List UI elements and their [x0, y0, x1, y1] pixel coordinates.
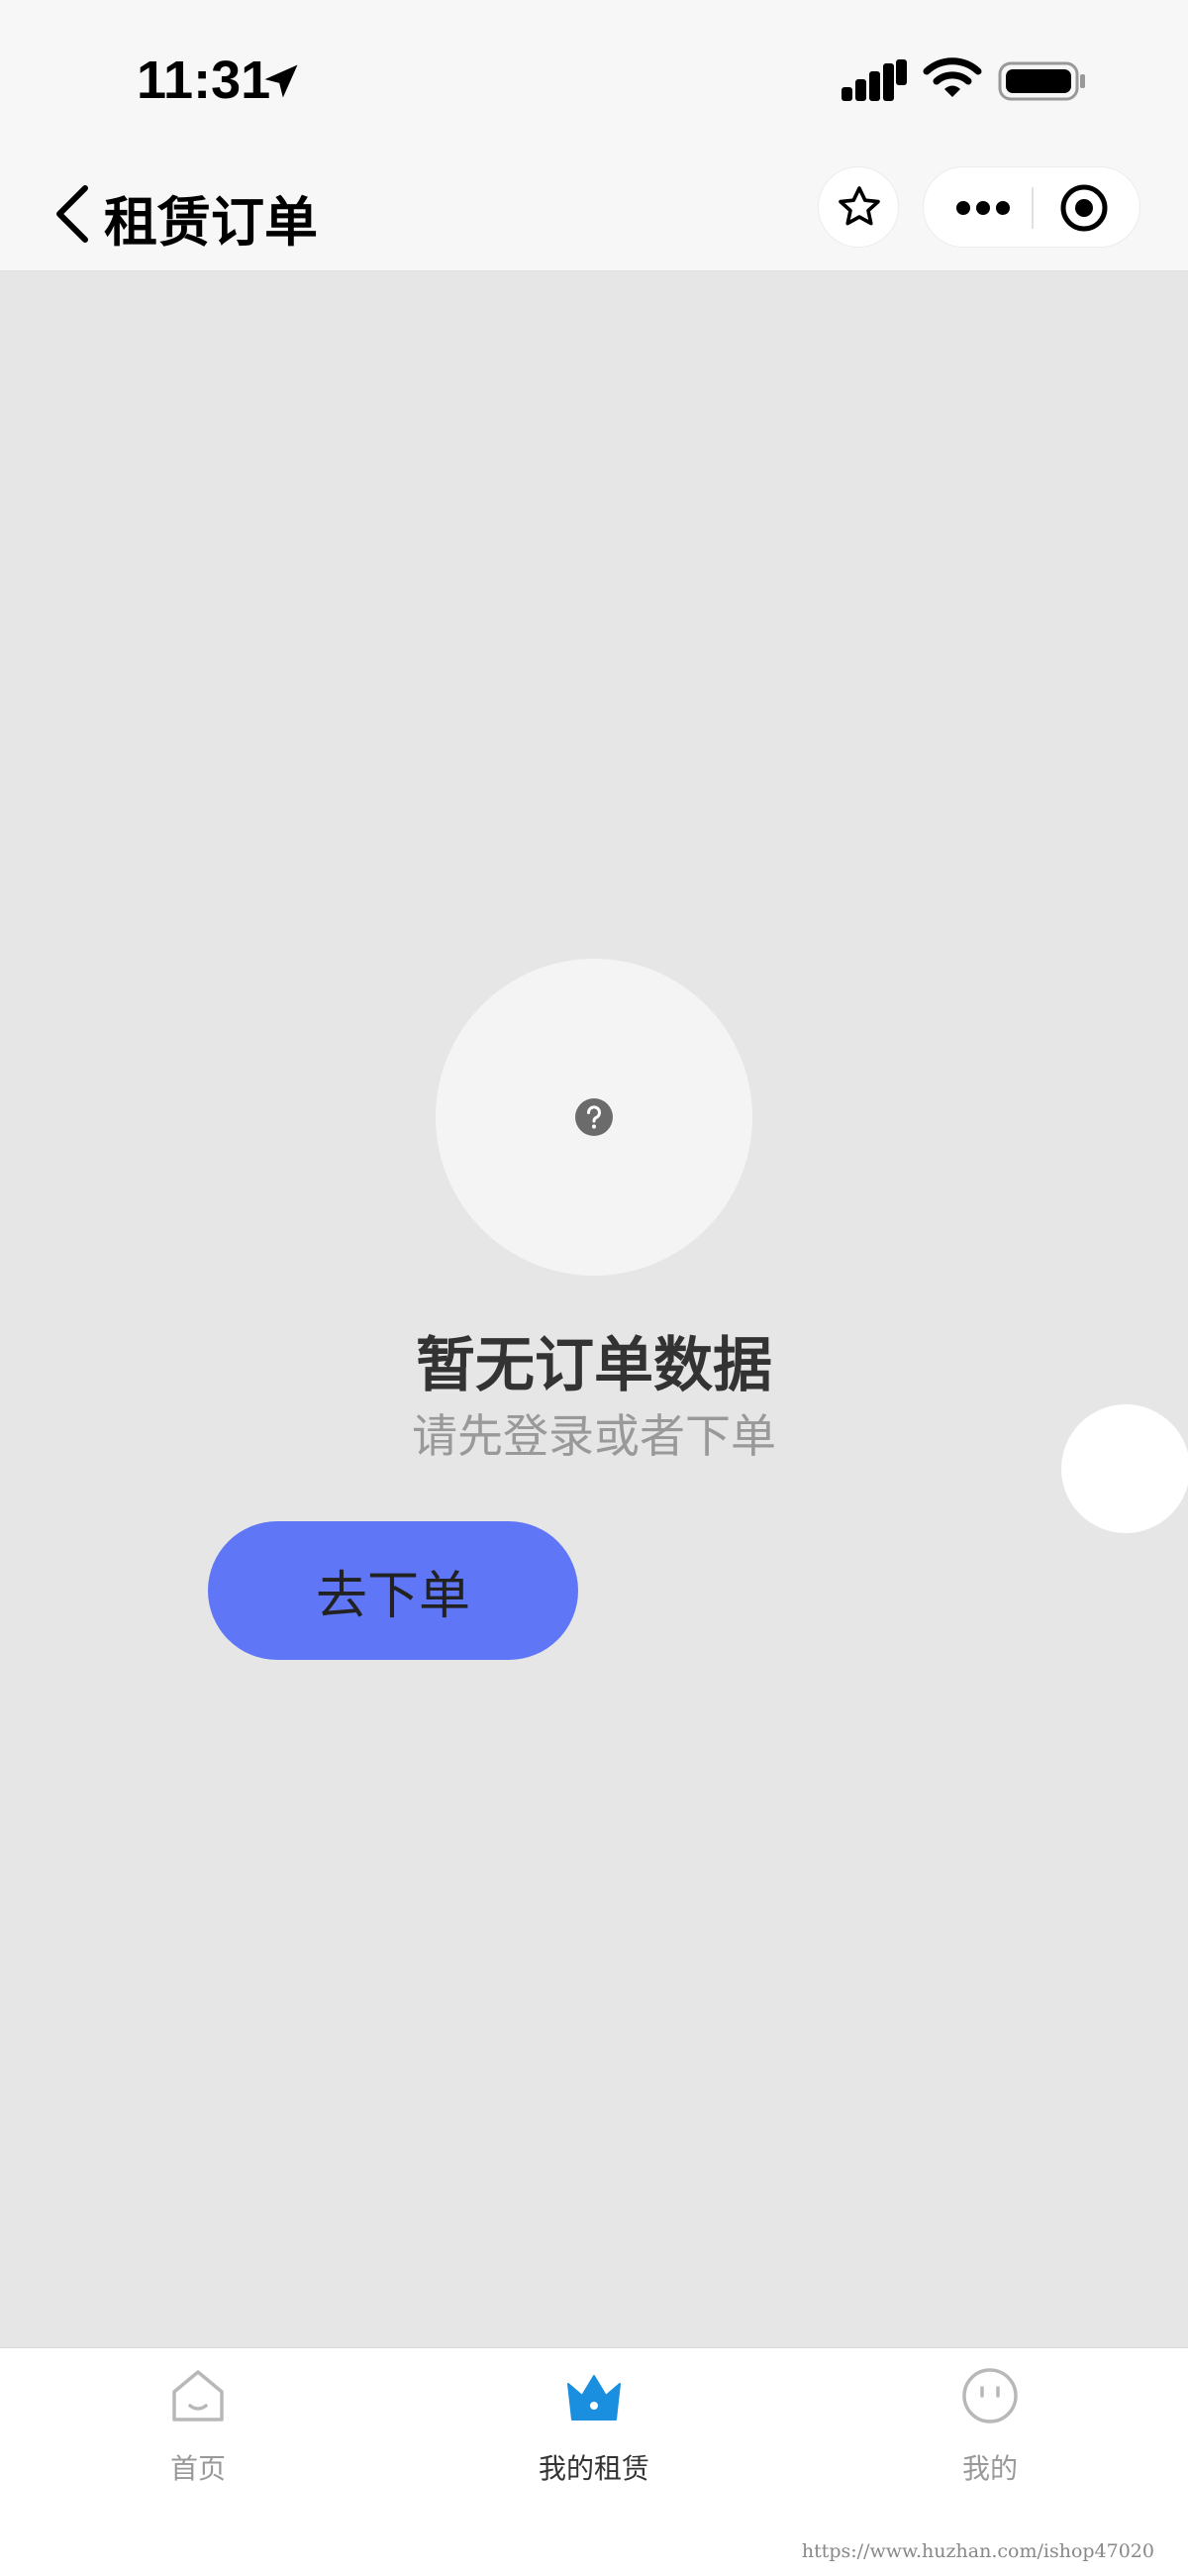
wifi-icon: [923, 57, 982, 97]
place-order-button[interactable]: 去下单: [208, 1521, 578, 1660]
crown-icon: [567, 2375, 621, 2421]
tab-my-rentals-label: 我的租赁: [538, 2452, 649, 2485]
battery-icon: [998, 61, 1085, 101]
close-mini-program-button[interactable]: [1033, 167, 1141, 249]
tab-profile-label: 我的: [961, 2452, 1018, 2485]
smiley-icon: [962, 2368, 1018, 2423]
favorite-button[interactable]: [818, 166, 899, 248]
empty-state-illustration: [436, 959, 752, 1276]
empty-state-title: 暂无订单数据: [416, 1331, 772, 1400]
more-button[interactable]: [924, 167, 1033, 249]
nav-bar: 租赁订单: [0, 158, 1188, 271]
page: 11:31 租赁订单 暂无订单数据 请先登录或者下单 去下单 首页 我的租赁 我…: [0, 0, 1188, 2576]
status-time: 11:31: [137, 51, 271, 110]
star-icon: [839, 186, 880, 226]
floating-action-button[interactable]: [1061, 1404, 1188, 1533]
tab-my-rentals[interactable]: 我的租赁: [396, 2348, 792, 2576]
watermark-text: https://www.huzhan.com/ishop47020: [801, 2540, 1154, 2562]
question-mark-icon: [575, 1098, 613, 1136]
tab-bar: 首页 我的租赁 我的 https://www.huzhan.com/ishop4…: [0, 2347, 1188, 2576]
empty-state-subtitle: 请先登录或者下单: [412, 1409, 776, 1463]
signal-icon: [842, 59, 907, 101]
location-arrow-icon: [264, 64, 298, 98]
more-dots-icon: [956, 201, 1010, 215]
target-close-icon: [1060, 184, 1108, 232]
status-bar: 11:31: [0, 0, 1188, 158]
tab-home[interactable]: 首页: [0, 2348, 396, 2576]
home-icon: [172, 2370, 224, 2421]
tab-home-label: 首页: [169, 2452, 226, 2485]
page-title: 租赁订单: [104, 191, 318, 254]
back-chevron-icon[interactable]: [51, 182, 93, 246]
mini-program-capsule: [923, 166, 1140, 248]
